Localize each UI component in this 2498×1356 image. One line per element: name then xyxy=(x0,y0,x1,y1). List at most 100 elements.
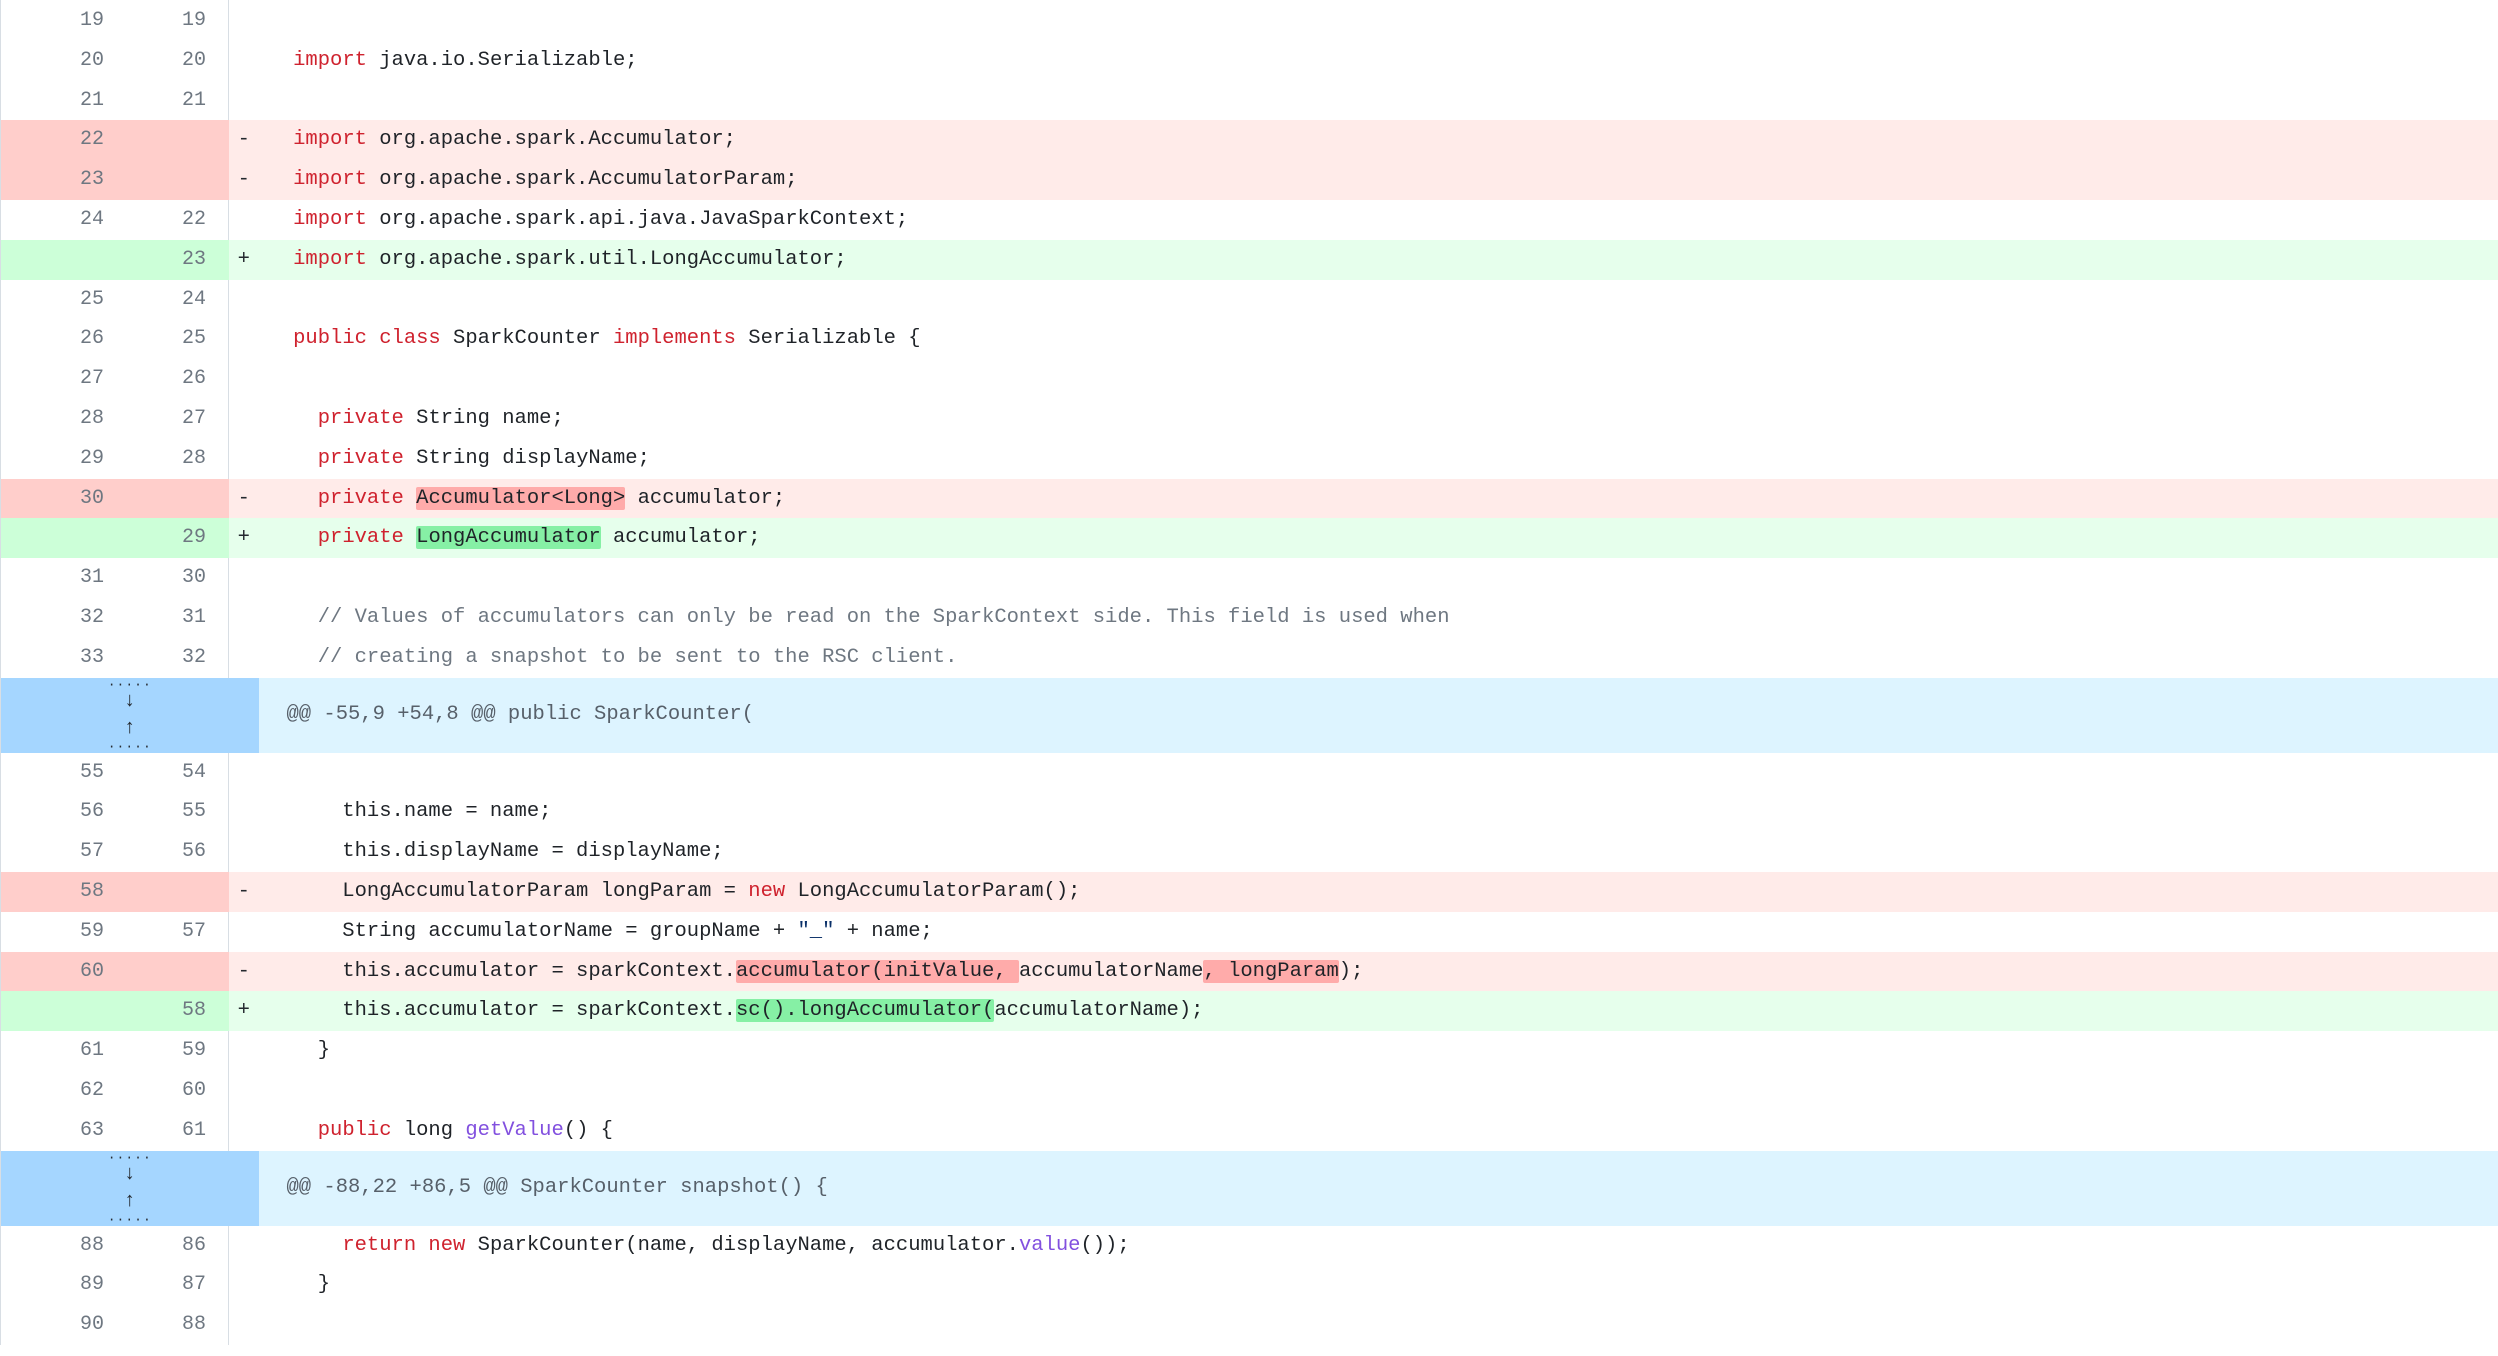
new-line-number[interactable]: 58 xyxy=(128,991,229,1032)
new-line-number[interactable]: 23 xyxy=(128,239,229,280)
code-line[interactable] xyxy=(258,752,2498,793)
new-line-number[interactable]: 87 xyxy=(128,1265,229,1306)
new-line-number[interactable] xyxy=(128,951,229,992)
new-line-number[interactable]: 59 xyxy=(128,1031,229,1071)
old-line-number[interactable] xyxy=(0,991,129,1032)
old-line-number[interactable]: 89 xyxy=(0,1265,129,1306)
new-line-number[interactable] xyxy=(128,478,229,519)
new-line-number[interactable]: 22 xyxy=(128,199,229,240)
new-line-number[interactable] xyxy=(128,871,229,912)
old-line-number[interactable]: 28 xyxy=(0,398,129,439)
old-line-number[interactable]: 23 xyxy=(0,160,129,200)
expand-hunk-button[interactable]: ····· ↓ ↑ ····· xyxy=(0,677,259,753)
new-line-number[interactable]: 29 xyxy=(128,518,229,559)
new-line-number[interactable]: 55 xyxy=(128,792,229,833)
code-line[interactable]: private String displayName; xyxy=(258,438,2498,479)
old-line-number[interactable]: 31 xyxy=(0,558,129,598)
code-line[interactable]: import org.apache.spark.api.java.JavaSpa… xyxy=(258,199,2498,240)
expand-up-arrow-icon[interactable]: ↑ xyxy=(124,718,136,739)
old-line-number[interactable]: 90 xyxy=(0,1305,129,1345)
code-line[interactable]: } xyxy=(258,1265,2498,1306)
diff-marker xyxy=(228,40,259,81)
code-token: String accumulatorName = groupName + xyxy=(268,919,798,943)
new-line-number[interactable]: 61 xyxy=(128,1110,229,1151)
code-line[interactable] xyxy=(258,1070,2498,1111)
code-line[interactable]: LongAccumulatorParam longParam = new Lon… xyxy=(258,871,2498,912)
code-line[interactable]: public long getValue() { xyxy=(258,1110,2498,1151)
new-line-number[interactable]: 25 xyxy=(128,319,229,360)
old-line-number[interactable]: 24 xyxy=(0,199,129,240)
expand-hunk-button[interactable]: ····· ↓ ↑ ····· xyxy=(0,1150,259,1226)
code-line[interactable] xyxy=(258,279,2498,320)
new-line-number[interactable]: 19 xyxy=(128,0,229,41)
new-line-number[interactable] xyxy=(128,120,229,161)
code-line[interactable]: // Values of accumulators can only be re… xyxy=(258,597,2498,638)
code-line[interactable]: private LongAccumulator accumulator; xyxy=(258,518,2498,559)
old-line-number[interactable]: 61 xyxy=(0,1031,129,1071)
old-line-number[interactable] xyxy=(0,518,129,559)
old-line-number[interactable]: 60 xyxy=(0,951,129,992)
code-line[interactable] xyxy=(258,80,2498,121)
code-line[interactable] xyxy=(258,0,2498,41)
old-line-number[interactable]: 22 xyxy=(0,120,129,161)
new-line-number[interactable]: 88 xyxy=(128,1305,229,1345)
new-line-number[interactable]: 54 xyxy=(128,752,229,793)
old-line-number[interactable]: 56 xyxy=(0,792,129,833)
code-line[interactable]: return new SparkCounter(name, displayNam… xyxy=(258,1225,2498,1266)
old-line-number[interactable]: 33 xyxy=(0,637,129,678)
code-line[interactable]: import org.apache.spark.util.LongAccumul… xyxy=(258,239,2498,280)
old-line-number[interactable]: 88 xyxy=(0,1225,129,1266)
old-line-number[interactable]: 30 xyxy=(0,478,129,519)
code-line[interactable]: private String name; xyxy=(258,398,2498,439)
new-line-number[interactable]: 31 xyxy=(128,597,229,638)
new-line-number[interactable]: 27 xyxy=(128,398,229,439)
code-line[interactable] xyxy=(258,1305,2498,1345)
old-line-number[interactable]: 25 xyxy=(0,279,129,320)
old-line-number[interactable]: 21 xyxy=(0,80,129,121)
code-line[interactable]: this.name = name; xyxy=(258,792,2498,833)
old-line-number[interactable]: 59 xyxy=(0,911,129,952)
new-line-number[interactable]: 26 xyxy=(128,359,229,399)
code-token: value xyxy=(1018,1233,1081,1257)
new-line-number[interactable] xyxy=(128,160,229,200)
expand-down-arrow-icon[interactable]: ↓ xyxy=(124,691,136,712)
new-line-number[interactable]: 20 xyxy=(128,40,229,81)
new-line-number[interactable]: 57 xyxy=(128,911,229,952)
old-line-number[interactable]: 26 xyxy=(0,319,129,360)
old-line-number[interactable] xyxy=(0,239,129,280)
new-line-number[interactable]: 30 xyxy=(128,558,229,598)
code-line[interactable]: import java.io.Serializable; xyxy=(258,40,2498,81)
code-line[interactable]: public class SparkCounter implements Ser… xyxy=(258,319,2498,360)
old-line-number[interactable]: 20 xyxy=(0,40,129,81)
old-line-number[interactable]: 32 xyxy=(0,597,129,638)
old-line-number[interactable]: 55 xyxy=(0,752,129,793)
old-line-number[interactable]: 19 xyxy=(0,0,129,41)
old-line-number[interactable]: 63 xyxy=(0,1110,129,1151)
code-line[interactable]: import org.apache.spark.AccumulatorParam… xyxy=(258,160,2498,200)
code-line[interactable]: this.accumulator = sparkContext.sc().lon… xyxy=(258,991,2498,1032)
old-line-number[interactable]: 27 xyxy=(0,359,129,399)
old-line-number[interactable]: 58 xyxy=(0,871,129,912)
new-line-number[interactable]: 24 xyxy=(128,279,229,320)
new-line-number[interactable]: 21 xyxy=(128,80,229,121)
new-line-number[interactable]: 32 xyxy=(128,637,229,678)
new-line-number[interactable]: 56 xyxy=(128,832,229,872)
code-line[interactable]: String accumulatorName = groupName + "_"… xyxy=(258,911,2498,952)
code-line[interactable]: // creating a snapshot to be sent to the… xyxy=(258,637,2498,678)
code-line[interactable] xyxy=(258,558,2498,598)
code-line[interactable]: private Accumulator<Long> accumulator; xyxy=(258,478,2498,519)
expand-up-arrow-icon[interactable]: ↑ xyxy=(124,1191,136,1212)
code-line[interactable]: import org.apache.spark.Accumulator; xyxy=(258,120,2498,161)
old-line-number[interactable]: 62 xyxy=(0,1070,129,1111)
expand-down-arrow-icon[interactable]: ↓ xyxy=(124,1164,136,1185)
old-line-number[interactable]: 57 xyxy=(0,832,129,872)
code-line[interactable] xyxy=(258,359,2498,399)
code-line[interactable]: this.displayName = displayName; xyxy=(258,832,2498,872)
old-line-number[interactable]: 29 xyxy=(0,438,129,479)
diff-marker xyxy=(228,1110,259,1151)
new-line-number[interactable]: 28 xyxy=(128,438,229,479)
new-line-number[interactable]: 86 xyxy=(128,1225,229,1266)
code-line[interactable]: this.accumulator = sparkContext.accumula… xyxy=(258,951,2498,992)
new-line-number[interactable]: 60 xyxy=(128,1070,229,1111)
code-line[interactable]: } xyxy=(258,1031,2498,1071)
